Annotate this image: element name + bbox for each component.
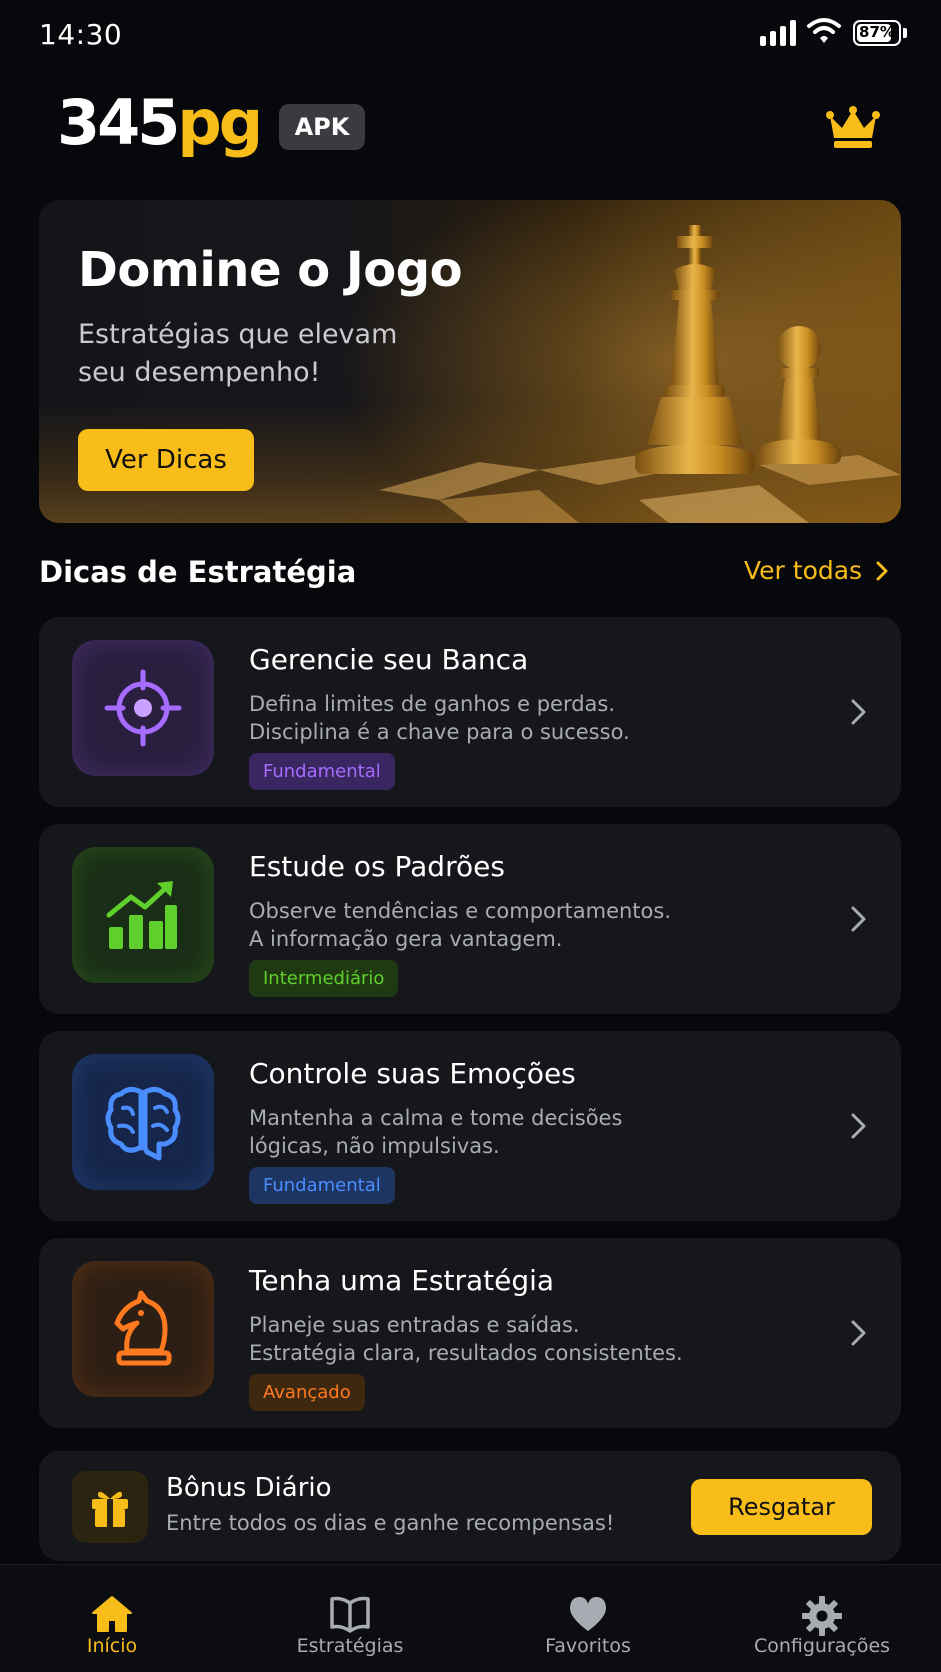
tip-description: Planeje suas entradas e saídas. Estratég… [249,1311,809,1367]
tip-icon-box [72,1261,214,1397]
gear-icon [802,1596,842,1636]
nav-item-favorites[interactable]: Favoritos [528,1565,648,1672]
nav-label: Início [86,1635,138,1657]
book-icon [330,1596,370,1633]
hero-banner: Domine o Jogo Estratégias que elevam seu… [39,200,901,523]
nav-label: Configurações [753,1635,891,1657]
heart-icon [569,1597,607,1631]
tip-icon-box [72,1054,214,1190]
see-all-label: Ver todas [744,556,863,585]
tip-card-patterns[interactable]: Estude os Padrões Observe tendências e c… [39,824,901,1014]
nav-item-home[interactable]: Início [52,1565,172,1672]
tip-desc-line: A informação gera vantagem. [249,927,563,951]
hero-subtitle: Estratégias que elevam seu desempenho! [78,319,398,388]
chess-knight-icon [114,1290,172,1366]
tip-title: Gerencie seu Banca [249,643,529,676]
bonus-subtitle: Entre todos os dias e ganhe recompensas! [166,1511,615,1535]
tip-desc-line: Disciplina é a chave para o sucesso. [249,720,630,744]
brand-number: 345 [57,86,180,159]
gift-icon [72,1471,148,1543]
level-badge: Avançado [249,1374,365,1411]
status-time: 14:30 [39,18,123,51]
bonus-title: Bônus Diário [166,1473,332,1503]
nav-label: Estratégias [296,1635,404,1657]
see-tips-button[interactable]: Ver Dicas [78,429,254,491]
status-bar: 14:30 87% [0,0,941,70]
tip-desc-line: Planeje suas entradas e saídas. [249,1313,580,1337]
tip-card-emotions[interactable]: Controle suas Emoções Mantenha a calma e… [39,1031,901,1221]
see-all-link[interactable]: Ver todas [744,556,888,585]
wifi-icon [807,18,841,43]
crown-icon[interactable] [826,106,880,150]
bottom-nav: Início Estratégias Favoritos Configuraçõ… [0,1564,941,1672]
tip-desc-line: Observe tendências e comportamentos. [249,899,672,923]
battery-cap [903,28,907,38]
tip-description: Observe tendências e comportamentos. A i… [249,897,809,953]
tip-title: Controle suas Emoções [249,1057,576,1090]
level-badge: Fundamental [249,1167,395,1204]
tip-card-strategy[interactable]: Tenha uma Estratégia Planeje suas entrad… [39,1238,901,1428]
chevron-right-icon [851,699,866,725]
battery-icon: 87% [853,20,901,46]
chevron-right-icon [851,906,866,932]
nav-item-strategies[interactable]: Estratégias [280,1565,420,1672]
tip-icon-box [72,640,214,776]
daily-bonus-card: Bônus Diário Entre todos os dias e ganhe… [39,1451,901,1561]
battery-percent: 87% [859,23,895,41]
chevron-right-icon [851,1320,866,1346]
claim-bonus-button[interactable]: Resgatar [691,1479,872,1535]
signal-icon [760,20,796,46]
tip-desc-line: Defina limites de ganhos e perdas. [249,692,616,716]
home-icon [92,1596,132,1632]
tip-title: Estude os Padrões [249,850,505,883]
brain-icon [105,1086,181,1161]
apk-badge: APK [279,104,365,150]
brand-logo[interactable]: 345pg [57,86,263,159]
chevron-right-icon [851,1113,866,1139]
nav-item-settings[interactable]: Configurações [742,1565,902,1672]
hero-title: Domine o Jogo [78,242,463,298]
tip-desc-line: Estratégia clara, resultados consistente… [249,1341,683,1365]
tip-icon-box [72,847,214,983]
tip-card-bankroll[interactable]: Gerencie seu Banca Defina limites de gan… [39,617,901,807]
tip-desc-line: Mantenha a calma e tome decisões [249,1106,623,1130]
section-title: Dicas de Estratégia [39,555,357,589]
tip-description: Mantenha a calma e tome decisões lógicas… [249,1104,809,1160]
chart-growth-icon [106,881,177,949]
tip-description: Defina limites de ganhos e perdas. Disci… [249,690,809,746]
target-icon [104,669,182,747]
brand-suffix: pg [177,86,263,159]
level-badge: Fundamental [249,753,395,790]
tip-desc-line: lógicas, não impulsivas. [249,1134,500,1158]
nav-label: Favoritos [545,1635,631,1657]
tip-title: Tenha uma Estratégia [249,1264,555,1297]
chevron-right-icon [876,561,888,580]
level-badge: Intermediário [249,960,399,997]
